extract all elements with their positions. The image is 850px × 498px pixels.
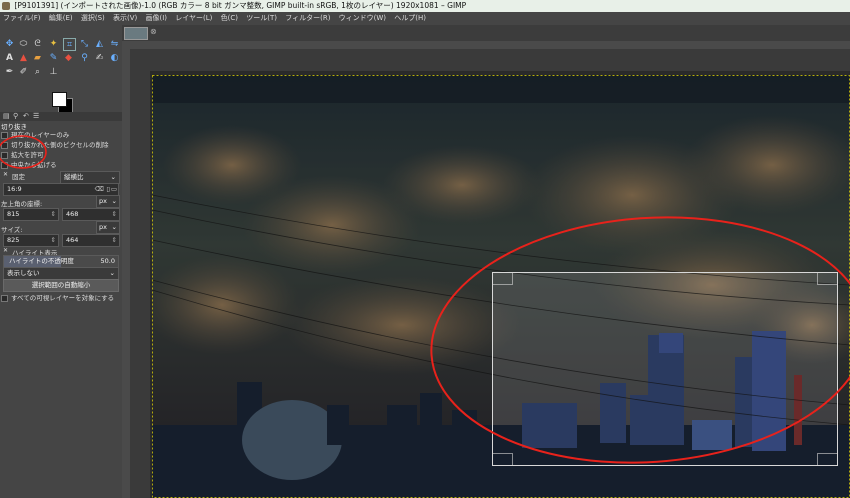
menu-tools[interactable]: ツール(T)	[243, 12, 280, 25]
gimp-app-icon	[2, 2, 10, 10]
chevron-down-icon: ⌄	[109, 269, 115, 277]
shrink-merged-option[interactable]: すべての可視レイヤーを対象にする	[1, 292, 121, 302]
annotation-ellipse-large	[430, 216, 850, 464]
window-titlebar: [P9101391] (インポートされた画像)-1.0 (RGB カラー 8 b…	[0, 0, 850, 12]
menu-filters[interactable]: フィルター(R)	[282, 12, 333, 25]
size-w-input[interactable]: 825 ⇕	[3, 234, 59, 247]
window-title: [P9101391] (インポートされた画像)-1.0 (RGB カラー 8 b…	[14, 1, 467, 10]
menu-file[interactable]: ファイル(F)	[0, 12, 44, 25]
image-window: ⊗	[122, 25, 850, 498]
menu-windows[interactable]: ウィンドウ(W)	[336, 12, 389, 25]
highlight-checkbox[interactable]: ✕	[3, 247, 8, 254]
menu-view[interactable]: 表示(V)	[110, 12, 140, 25]
menu-image[interactable]: 画像(I)	[143, 12, 171, 25]
menu-layer[interactable]: レイヤー(L)	[172, 12, 215, 25]
spin-icon[interactable]: ⇕	[51, 235, 56, 246]
menu-bar: ファイル(F) 編集(E) 選択(S) 表示(V) 画像(I) レイヤー(L) …	[0, 12, 850, 25]
menu-colors[interactable]: 色(C)	[218, 12, 241, 25]
annotation-ellipse-small	[0, 135, 47, 169]
size-h-input[interactable]: 464 ⇕	[62, 234, 120, 247]
toolbox-panel: ✥ ⬭ ᘓ ✦ ⌗ ⤡ ◭ ⇋ A ▲ ▰ ✎ ◆ ⚲ ✍ ◐ ✒ ✐ ⌕ ⊥ …	[0, 25, 122, 498]
shrink-merged-checkbox[interactable]	[1, 294, 8, 302]
menu-edit[interactable]: 編集(E)	[46, 12, 76, 25]
spin-icon[interactable]: ⇕	[112, 235, 117, 246]
menu-help[interactable]: ヘルプ(H)	[391, 12, 429, 25]
menu-select[interactable]: 選択(S)	[78, 12, 108, 25]
auto-shrink-button[interactable]: 選択範囲の自動縮小	[3, 279, 119, 292]
